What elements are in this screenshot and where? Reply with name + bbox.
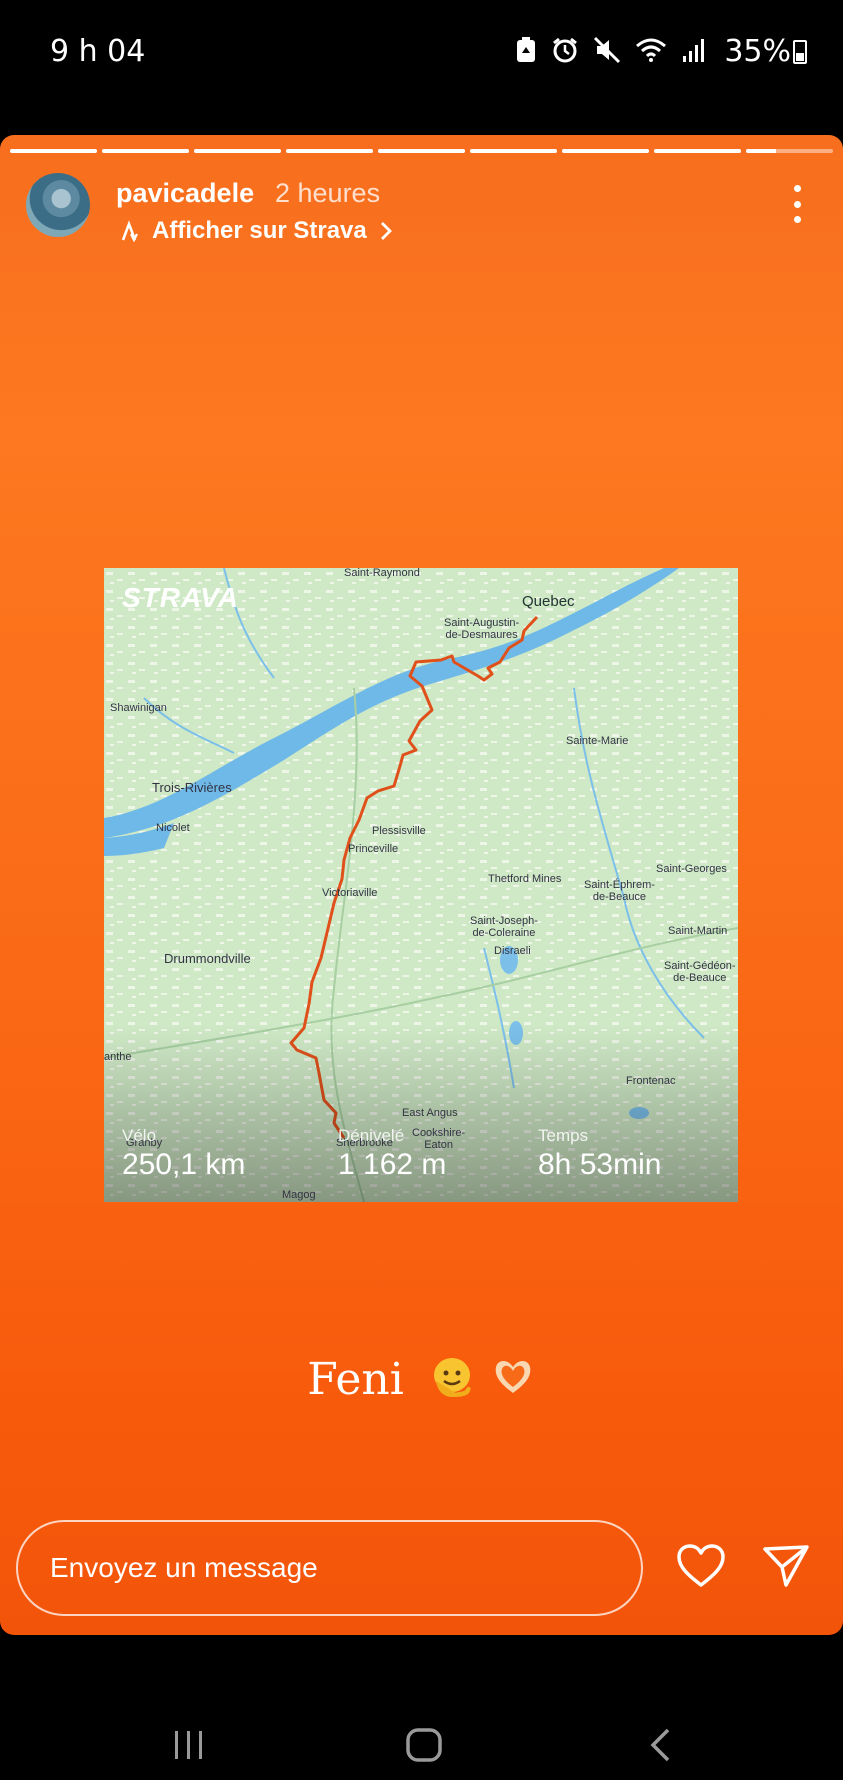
map-label: Trois-Rivières [152, 780, 232, 795]
avatar[interactable] [26, 173, 90, 237]
map-label: Magog [282, 1189, 316, 1201]
map-label: Saint-Éphrem- de-Beauce [584, 879, 655, 903]
wifi-icon [636, 38, 666, 62]
heart-icon[interactable] [676, 1543, 726, 1589]
map-label: Frontenac [626, 1075, 676, 1087]
stat-value-time: 8h 53min [538, 1148, 662, 1181]
story-time-ago: 2 heures [275, 178, 381, 208]
home-icon[interactable] [405, 1727, 443, 1763]
back-icon[interactable] [648, 1727, 672, 1763]
strava-link-label: Afficher sur Strava [152, 217, 367, 244]
heart-hands-emoji [490, 1357, 536, 1408]
story-progress-segment [470, 149, 557, 153]
stat-value-distance: 250,1 km [122, 1148, 246, 1181]
send-icon[interactable] [762, 1543, 810, 1589]
navigation-bar [0, 1635, 843, 1780]
status-time: 9 h 04 [50, 34, 146, 69]
strava-logo: STRAVA [122, 582, 239, 613]
map-label: Plessisville [372, 825, 426, 837]
more-options-icon[interactable] [791, 185, 803, 223]
map-label: Saint-Raymond [344, 568, 420, 579]
strava-link[interactable]: Afficher sur Strava [118, 217, 393, 245]
caption-text: Feni [307, 1354, 404, 1405]
map-label: Saint-Martin [668, 925, 728, 937]
map-label: East Angus [402, 1107, 458, 1119]
message-input[interactable] [16, 1520, 643, 1616]
stat-label-elevation: Dénivelé [338, 1126, 405, 1145]
stat-label-distance: Vélo [122, 1126, 157, 1145]
map-label: Victoriaville [322, 887, 378, 899]
melting-face-emoji [428, 1353, 476, 1412]
stat-label-time: Temps [538, 1126, 589, 1145]
status-icons [515, 36, 707, 64]
recent-apps-icon[interactable] [172, 1729, 206, 1761]
strava-icon [121, 220, 138, 242]
story-progress-segment [286, 149, 373, 153]
story-username[interactable]: pavicadele [116, 178, 254, 209]
story-progress-segment [102, 149, 189, 153]
map-label: Saint-Georges [656, 863, 727, 875]
map-label: Nicolet [156, 822, 190, 834]
map-label: Drummondville [164, 951, 251, 966]
map-label: Thetford Mines [488, 873, 562, 885]
strava-map-card[interactable]: STRAVA Saint-Raymond Quebec Saint-August… [104, 568, 738, 1202]
story-progress-segment [654, 149, 741, 153]
story-progress-segment [10, 149, 97, 153]
map-label: Shawinigan [110, 702, 167, 714]
map-label: Sainte-Marie [566, 735, 629, 747]
status-bar: 9 h 04 35% [0, 0, 843, 110]
signal-icon [683, 39, 704, 62]
map-label: Saint-Augustin- de-Desmaures [444, 617, 520, 641]
story-progress-segment [378, 149, 465, 153]
chevron-right-icon [380, 222, 392, 240]
story-progress-bar [10, 149, 833, 153]
alarm-icon [553, 37, 577, 63]
map-label: Quebec [522, 593, 575, 610]
battery-saver-icon [517, 37, 535, 62]
battery-icon [793, 40, 807, 64]
story-progress-segment [562, 149, 649, 153]
map-label: Saint-Gédéon- de-Beauce [664, 960, 736, 984]
mute-icon [593, 36, 621, 64]
stat-value-elevation: 1 162 m [338, 1148, 447, 1181]
battery-percent: 35% [724, 34, 791, 69]
map-label: Disraeli [494, 945, 531, 957]
story-viewer[interactable]: pavicadele 2 heures Afficher sur Strava [0, 135, 843, 1635]
map-label: Princeville [348, 843, 399, 855]
story-progress-segment [194, 149, 281, 153]
map-label: anthe [104, 1051, 132, 1063]
story-progress-segment [746, 149, 833, 153]
map-label: Saint-Joseph- de-Coleraine [470, 915, 538, 939]
story-caption: Feni [0, 1353, 843, 1412]
